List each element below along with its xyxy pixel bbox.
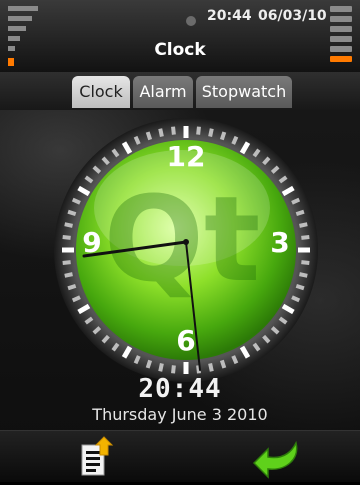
digital-time: 20:44 <box>138 374 222 404</box>
menu-document-button[interactable] <box>68 433 128 481</box>
clock-tick <box>64 272 73 278</box>
clock-svg: Qt 12 3 6 9 <box>54 118 318 382</box>
back-button[interactable] <box>246 433 306 481</box>
clock-tick <box>171 126 176 135</box>
clock-tick <box>196 126 201 135</box>
date-text: Thursday June 3 2010 <box>92 405 268 424</box>
clock-tick <box>67 283 77 291</box>
tab-stopwatch[interactable]: Stopwatch <box>196 76 292 108</box>
clock-tick <box>219 359 227 369</box>
clock-tick <box>299 272 308 278</box>
clock-tick <box>67 209 77 217</box>
clock-center-pin <box>183 239 189 245</box>
clock-tick <box>295 209 305 217</box>
clock-tick <box>219 131 227 141</box>
clock-tick <box>301 260 310 265</box>
clock-tick <box>208 128 214 137</box>
clock-tick <box>62 235 71 240</box>
numeral-6: 6 <box>176 324 195 357</box>
status-indicator-icon <box>186 16 196 26</box>
tab-alarm[interactable]: Alarm <box>133 76 193 108</box>
qt-watermark: Qt <box>104 170 261 308</box>
menu-document-icon <box>81 436 114 476</box>
tab-bar: Clock Alarm Stopwatch <box>0 72 360 110</box>
clock-tick <box>171 365 176 374</box>
clock-tick <box>208 363 214 372</box>
clock-tick <box>301 235 310 240</box>
clock-tick <box>145 131 153 141</box>
clock-tick <box>158 128 164 137</box>
clock-tick <box>62 260 71 265</box>
status-bar: 20:44 06/03/10 Clock <box>0 0 360 72</box>
clock-tick <box>295 283 305 291</box>
status-time: 20:44 <box>207 8 252 24</box>
numeral-3: 3 <box>270 226 289 259</box>
clock-tick <box>299 222 308 228</box>
clock-tick <box>158 363 164 372</box>
status-date: 06/03/10 <box>258 8 327 24</box>
back-arrow-icon <box>252 440 298 479</box>
app-title: Clock <box>154 40 206 60</box>
numeral-12: 12 <box>167 140 206 173</box>
analog-clock: Qt 12 3 6 9 <box>54 118 318 382</box>
tab-clock[interactable]: Clock <box>72 76 130 108</box>
clock-tick <box>145 359 153 369</box>
clock-tick <box>64 222 73 228</box>
bottom-toolbar <box>0 430 360 482</box>
